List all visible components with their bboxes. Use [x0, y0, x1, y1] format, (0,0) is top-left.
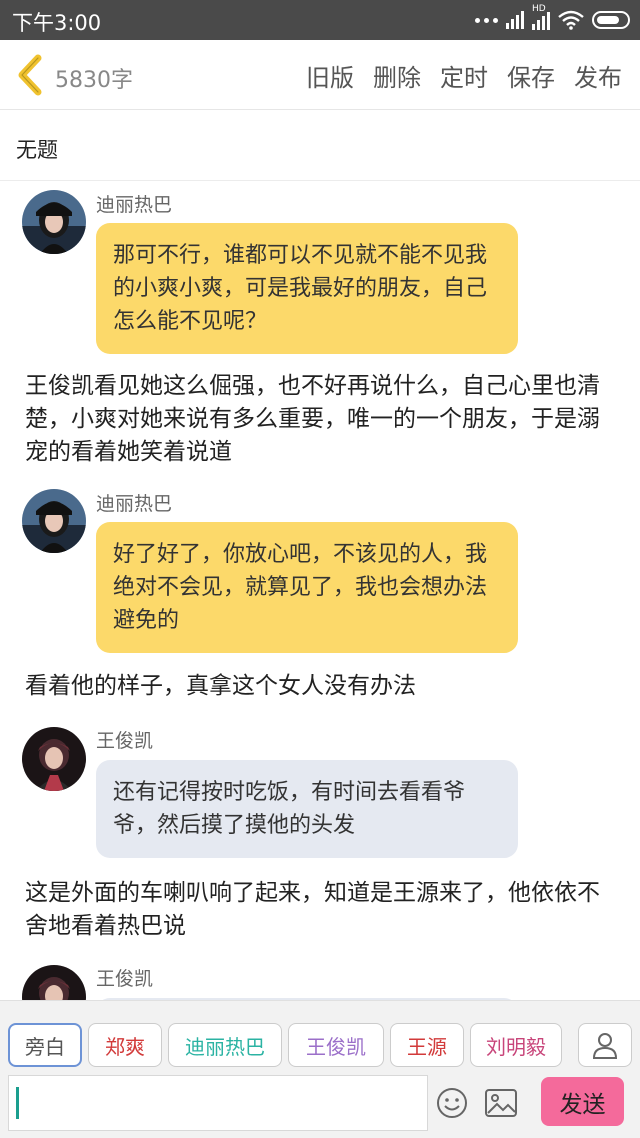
battery-icon — [592, 11, 630, 29]
sender-name: 迪丽热巴 — [96, 493, 173, 515]
composer-panel: 旁白 郑爽 迪丽热巴 王俊凯 王源 刘明毅 发送 — [0, 1000, 640, 1138]
avatar-wangjunkai — [22, 965, 86, 1000]
message-bubble[interactable]: 还有记得按时吃饭，有时间去看看爷爷，然后摸了摸他的头发 — [96, 760, 518, 858]
publish-button[interactable]: 发布 — [574, 58, 622, 93]
narration-text[interactable]: 王俊凯看见她这么倔强，也不好再说什么，自己心里也清楚，小爽对她来说有多么重要，唯… — [25, 370, 620, 469]
role-chip-narrator[interactable]: 旁白 — [8, 1023, 82, 1067]
text-caret — [16, 1087, 19, 1119]
story-title[interactable]: 无题 — [16, 134, 58, 164]
sender-name: 王俊凯 — [96, 968, 154, 990]
role-chip-wangyuan[interactable]: 王源 — [390, 1023, 464, 1067]
schedule-button[interactable]: 定时 — [440, 58, 488, 93]
signal-hd-icon: HD — [532, 4, 550, 30]
status-time: 下午3:00 — [12, 11, 102, 35]
role-label: 王俊凯 — [306, 1034, 366, 1059]
avatar-wangjunkai — [22, 727, 86, 791]
message-bubble[interactable]: 好了好了，你放心吧，不该见的人，我绝对不会见，就算见了，我也会想办法避免的 — [96, 522, 518, 653]
more-dots-icon — [475, 17, 498, 23]
sender-name: 王俊凯 — [96, 730, 154, 752]
image-icon[interactable] — [484, 1087, 518, 1119]
word-count: 5830字 — [55, 68, 133, 93]
send-button[interactable]: 发送 — [541, 1077, 624, 1126]
emoji-icon[interactable] — [436, 1087, 468, 1119]
story-content[interactable]: 迪丽热巴 那可不行，谁都可以不见就不能不见我的小爽小爽，可是我最好的朋友，自己怎… — [0, 182, 640, 1000]
role-label: 刘明毅 — [486, 1034, 546, 1059]
delete-button[interactable]: 删除 — [373, 58, 421, 93]
narration-text[interactable]: 这是外面的车喇叭响了起来，知道是王源来了，他依依不舍地看着热巴说 — [25, 877, 620, 943]
back-chevron-icon[interactable] — [14, 54, 44, 96]
manage-roles-button[interactable] — [578, 1023, 632, 1067]
old-version-button[interactable]: 旧版 — [306, 58, 354, 93]
story-title-row[interactable]: 无题 — [0, 111, 640, 181]
role-chip-liumingyi[interactable]: 刘明毅 — [470, 1023, 562, 1067]
status-icons: HD — [475, 4, 630, 32]
person-icon — [592, 1033, 618, 1059]
role-label: 旁白 — [25, 1034, 65, 1059]
narration-text[interactable]: 看着他的样子，真拿这个女人没有办法 — [25, 670, 620, 703]
role-chip-wangjunkai[interactable]: 王俊凯 — [288, 1023, 384, 1067]
message-input[interactable] — [8, 1075, 428, 1131]
avatar-dilireba — [22, 489, 86, 553]
save-button[interactable]: 保存 — [507, 58, 555, 93]
signal-icon — [506, 11, 524, 29]
editor-toolbar: 5830字 旧版 删除 定时 保存 发布 — [0, 40, 640, 110]
avatar-dilireba — [22, 190, 86, 254]
role-chip-zhengshuang[interactable]: 郑爽 — [88, 1023, 162, 1067]
role-label: 郑爽 — [105, 1034, 145, 1059]
hd-label: HD — [532, 4, 546, 14]
role-selector: 旁白 郑爽 迪丽热巴 王俊凯 王源 刘明毅 — [8, 1023, 562, 1067]
role-label: 迪丽热巴 — [185, 1034, 265, 1059]
wifi-icon — [558, 10, 584, 30]
toolbar-actions: 旧版 删除 定时 保存 发布 — [306, 58, 622, 93]
role-chip-dilireba[interactable]: 迪丽热巴 — [168, 1023, 282, 1067]
status-bar: 下午3:00 HD — [0, 0, 640, 40]
sender-name: 迪丽热巴 — [96, 194, 173, 216]
role-label: 王源 — [407, 1034, 447, 1059]
message-bubble[interactable]: 那可不行，谁都可以不见就不能不见我的小爽小爽，可是我最好的朋友，自己怎么能不见呢… — [96, 223, 518, 354]
